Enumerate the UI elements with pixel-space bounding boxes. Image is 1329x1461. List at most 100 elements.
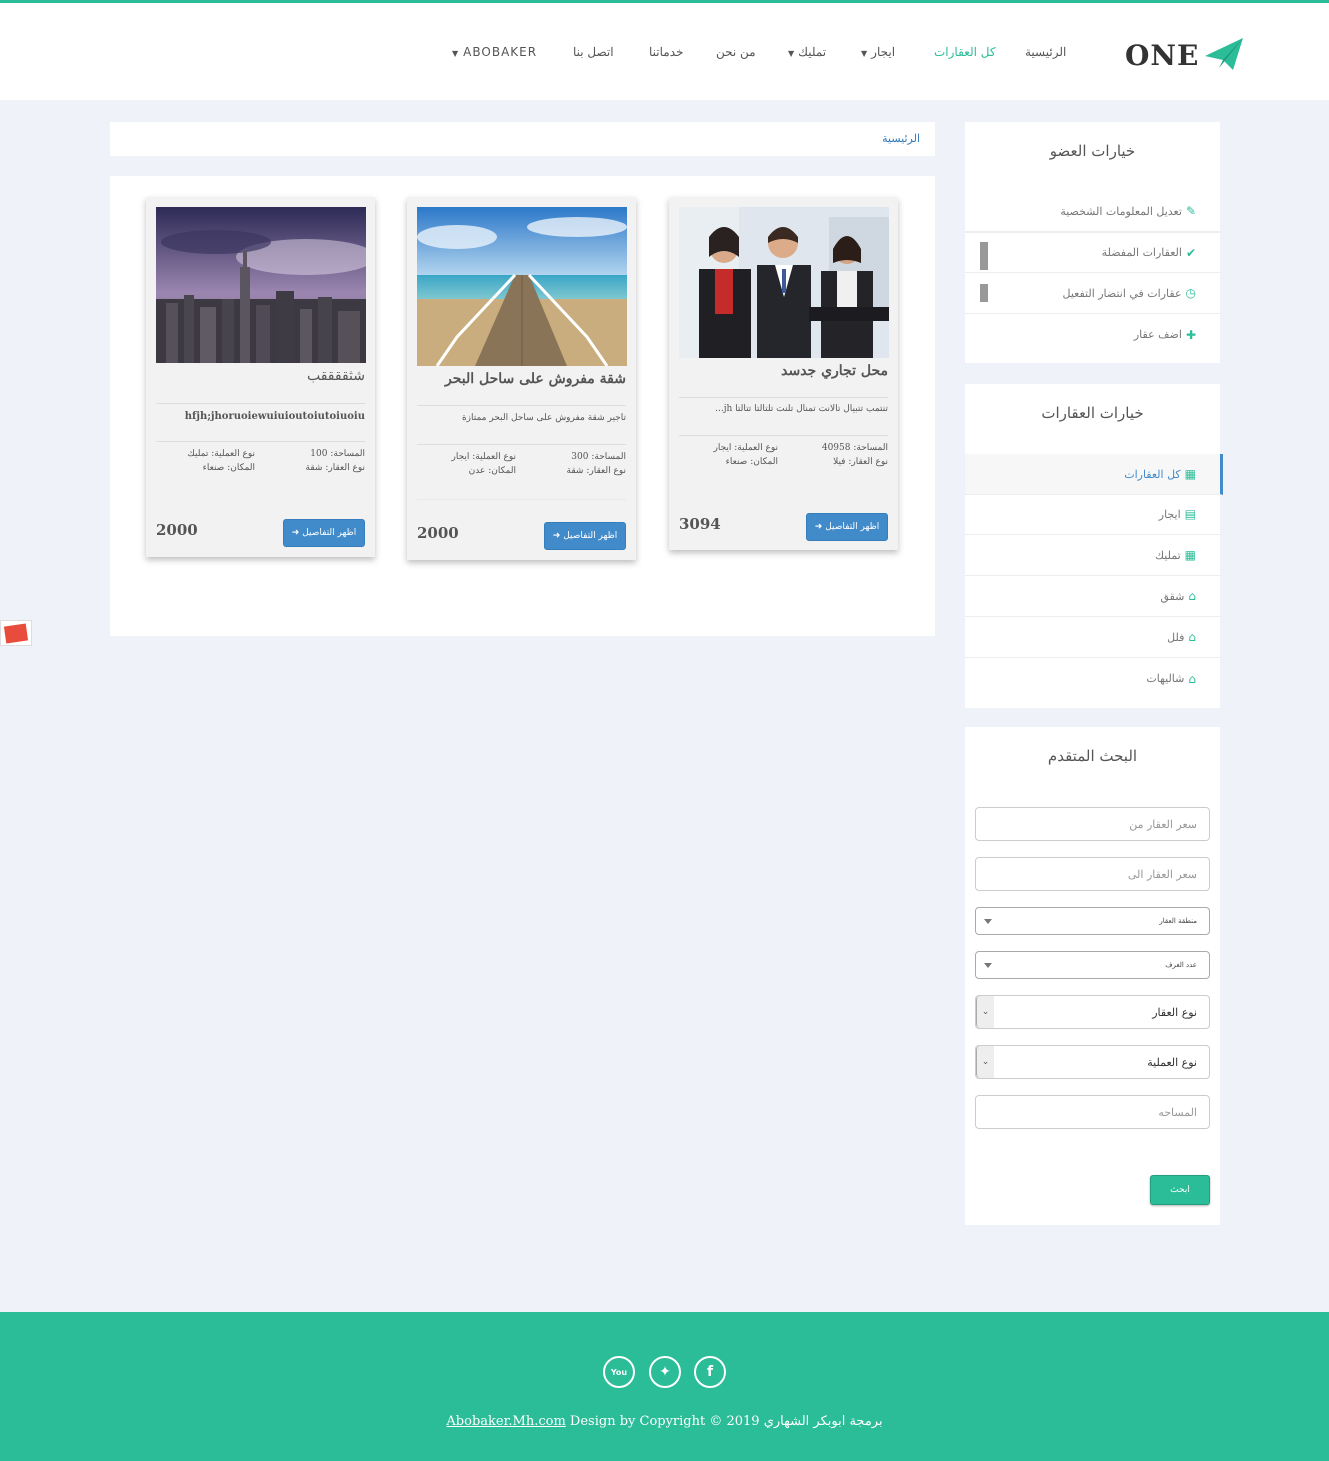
deal-type-select[interactable]: نوع العملية ⌄ xyxy=(975,1045,1210,1079)
place-label: المكان: xyxy=(227,463,255,473)
nav-services[interactable]: خدماتنا xyxy=(649,45,683,59)
property-title[interactable]: محل تجاري جدسد xyxy=(781,363,888,379)
footer-link[interactable]: Abobaker.Mh.com xyxy=(446,1414,565,1429)
arrow-circle-icon: ➜ xyxy=(552,531,561,541)
nav-ownership[interactable]: ▼ تمليك xyxy=(788,45,826,59)
property-title[interactable]: شقة مفروش على ساحل البحر xyxy=(445,371,626,387)
region-select[interactable]: منطقة العقار xyxy=(975,907,1210,935)
breadcrumb: الرئيسية xyxy=(110,122,935,156)
divider xyxy=(679,435,888,436)
show-details-button[interactable]: اظهر التفاصيل ➜ xyxy=(806,513,888,541)
place-value: عدن xyxy=(468,466,486,476)
logo-text: ONE xyxy=(1125,38,1200,72)
deal-label: نوع العملية: xyxy=(211,449,255,459)
area-label: المساحة: xyxy=(591,452,626,462)
area-label: المساحة: xyxy=(853,443,888,453)
menu-label: العقارات المفضلة xyxy=(1101,246,1182,259)
twitter-icon[interactable]: ✦ xyxy=(649,1356,681,1388)
logo[interactable]: ONE xyxy=(1125,38,1244,72)
button-label: اظهر التفاصيل xyxy=(825,522,880,532)
nav-rent[interactable]: ▼ ايجار xyxy=(861,45,895,59)
place-value: صنعاء xyxy=(725,457,748,467)
panel-title: البحث المتقدم xyxy=(1047,747,1138,765)
show-details-button[interactable]: اظهر التفاصيل ➜ xyxy=(544,522,626,550)
price-from-input[interactable]: سعر العقار من xyxy=(975,807,1210,841)
menu-label: شقق xyxy=(1160,589,1185,603)
type-label: نوع العقار: xyxy=(848,457,888,467)
nav-contact[interactable]: اتصل بنا xyxy=(573,45,614,59)
property-place: المكان: صنعاء xyxy=(726,456,778,469)
property-title[interactable]: شثققققب xyxy=(307,368,365,384)
deal-label: نوع العملية: xyxy=(472,452,516,462)
menu-all-properties[interactable]: ▦ كل العقارات xyxy=(965,454,1223,495)
divider xyxy=(156,403,365,404)
price-to-input[interactable]: سعر العقار الى xyxy=(975,857,1210,891)
plus-icon: ✚ xyxy=(1185,327,1196,342)
nav-all-properties[interactable]: كل العقارات xyxy=(934,45,996,59)
type-value: فيلا xyxy=(833,457,846,467)
select-label: عدد الغرف xyxy=(1165,961,1197,969)
menu-favorites[interactable]: ✔ العقارات المفضلة xyxy=(965,232,1220,273)
youtube-icon[interactable]: You xyxy=(603,1356,635,1388)
menu-add-property[interactable]: ✚ اضف عقار xyxy=(965,314,1220,355)
type-value: شقة xyxy=(566,466,584,476)
property-image[interactable] xyxy=(156,207,366,363)
caret-down-icon xyxy=(984,919,992,924)
type-label: نوع العقار: xyxy=(325,463,365,473)
menu-label: تعديل المعلومات الشخصية xyxy=(1060,204,1182,218)
property-area: المساحة: 100 xyxy=(310,448,365,461)
nav-about[interactable]: من نحن xyxy=(716,45,756,59)
select-label: نوع العقار xyxy=(1152,1005,1197,1019)
property-area: المساحة: 40958 xyxy=(822,442,888,455)
show-details-button[interactable]: اظهر التفاصيل ➜ xyxy=(283,519,365,547)
nav-home[interactable]: الرئيسية xyxy=(1025,45,1066,59)
menu-label: ايجار xyxy=(1158,507,1181,521)
deal-value: ايجار xyxy=(451,452,470,462)
menu-edit-profile[interactable]: ✎ تعديل المعلومات الشخصية xyxy=(965,191,1220,232)
panel-title: خيارات العقارات xyxy=(1041,404,1144,422)
menu-label: فلل xyxy=(1167,630,1185,644)
deal-value: ايجار xyxy=(713,443,732,453)
nav-rent-label: ايجار xyxy=(871,45,896,59)
area-label: المساحة: xyxy=(330,449,365,459)
divider xyxy=(156,441,365,442)
property-card: محل تجاري جدسد تنتمب تتبيال تالانت تمنال… xyxy=(669,197,898,550)
menu-chalets[interactable]: ⌂ شاليهات xyxy=(965,658,1220,699)
property-type: نوع العقار: فيلا xyxy=(833,456,888,469)
property-image[interactable] xyxy=(417,207,627,366)
panel-title: خيارات العضو xyxy=(1049,142,1136,160)
chevron-down-icon: ⌄ xyxy=(976,996,994,1028)
breadcrumb-home-link[interactable]: الرئيسية xyxy=(882,132,920,145)
bank-icon: ⌂ xyxy=(1188,589,1196,603)
button-label: اظهر التفاصيل xyxy=(563,531,618,541)
menu-villas[interactable]: ⌂ فلل xyxy=(965,617,1220,658)
menu-pending[interactable]: ◷ عقارات في انتضار التفعيل xyxy=(965,273,1220,314)
property-deal: نوع العملية: ايجار xyxy=(713,442,778,455)
menu-label: كل العقارات xyxy=(1124,467,1181,481)
search-button[interactable]: ابحث xyxy=(1150,1175,1210,1205)
nav-ownership-label: تمليك xyxy=(798,45,827,59)
menu-ownership[interactable]: ▦ تمليك xyxy=(965,535,1220,576)
nav-user-menu[interactable]: ▼ ABOBAKER xyxy=(452,45,537,59)
menu-label: شاليهات xyxy=(1146,672,1185,685)
menu-apartments[interactable]: ⌂ شقق xyxy=(965,576,1220,617)
property-place: المكان: عدن xyxy=(469,465,516,478)
property-type-select[interactable]: نوع العقار ⌄ xyxy=(975,995,1210,1029)
floating-widget[interactable] xyxy=(0,620,32,646)
rooms-select[interactable]: عدد الغرف xyxy=(975,951,1210,979)
copyright: Abobaker.Mh.com Design by Copyright © 20… xyxy=(0,1414,1329,1429)
area-input[interactable]: المساحه xyxy=(975,1095,1210,1129)
caret-down-icon: ▼ xyxy=(788,49,795,58)
facebook-icon[interactable]: f xyxy=(694,1356,726,1388)
property-card: شقة مفروش على ساحل البحر تاجير شقة مفروش… xyxy=(407,197,636,560)
member-options-panel: خيارات العضو ✎ تعديل المعلومات الشخصية ✔ ا… xyxy=(965,122,1220,363)
menu-rent[interactable]: ▤ ايجار xyxy=(965,494,1220,535)
menu-label: تمليك xyxy=(1155,548,1181,562)
area-value: 40958 xyxy=(821,443,851,453)
property-price: 2000 xyxy=(417,524,459,542)
arrow-circle-icon: ➜ xyxy=(291,528,300,538)
property-type: نوع العقار: شقة xyxy=(567,465,626,478)
advanced-search-panel: البحث المتقدم سعر العقار من سعر العقار ا… xyxy=(965,727,1220,1225)
property-image[interactable] xyxy=(679,207,889,358)
property-price: 3094 xyxy=(679,515,721,533)
